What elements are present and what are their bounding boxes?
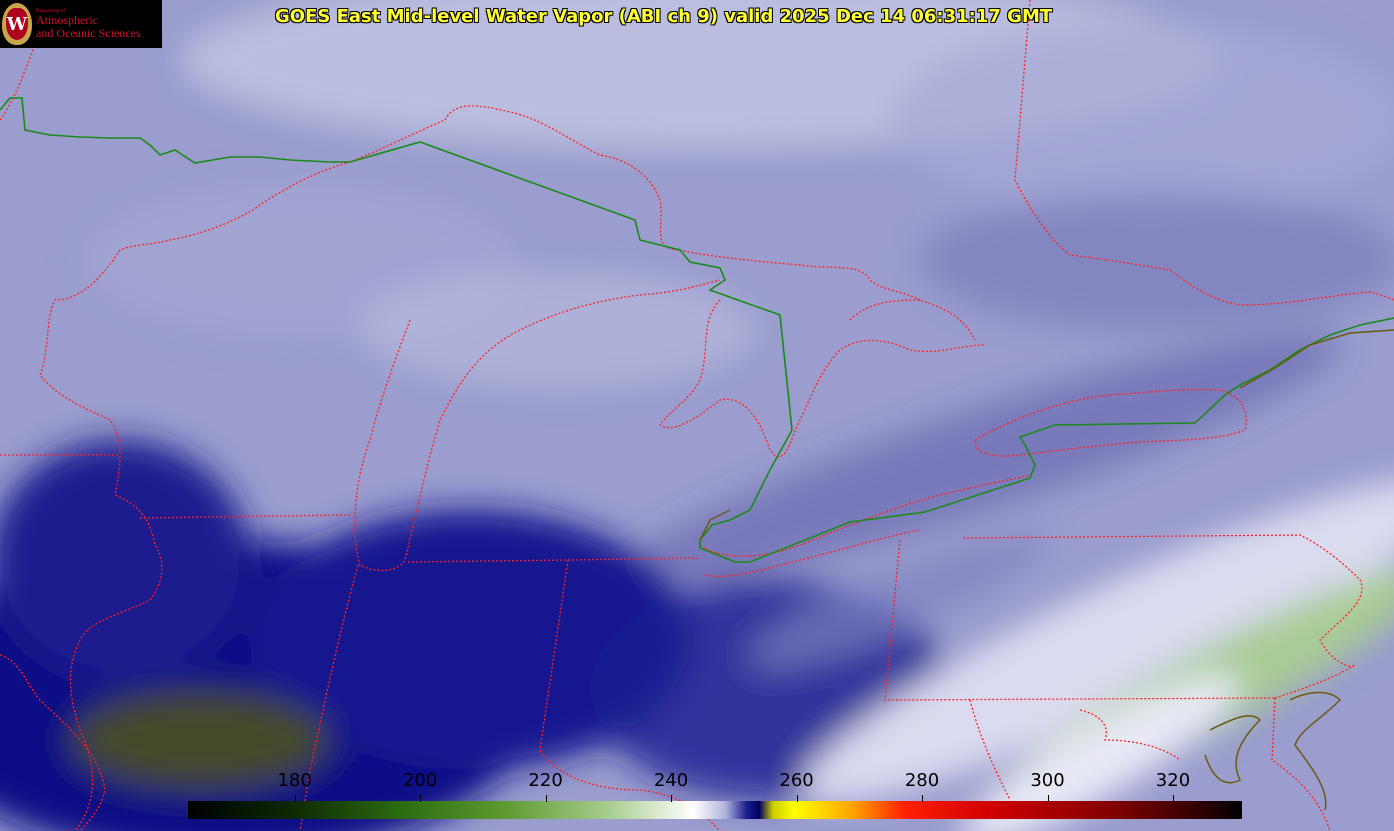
colorbar-tick-mark (420, 795, 422, 802)
colorbar-tick-mark (1047, 795, 1049, 802)
aos-logo[interactable]: W Department of Atmospheric and Oceanic … (0, 0, 162, 48)
colorbar-tick-label: 280 (904, 770, 940, 791)
uw-seal-icon: W (2, 3, 32, 45)
seal-letter: W (6, 8, 28, 40)
logo-text: Department of Atmospheric and Oceanic Sc… (36, 9, 141, 39)
colorbar-tick-label: 220 (528, 770, 563, 791)
colorbar-tick-mark (1172, 795, 1174, 802)
colorbar-tick-mark (922, 795, 924, 802)
colorbar-tick-label: 300 (1030, 770, 1065, 791)
colorbar-tick-label: 320 (1155, 770, 1191, 791)
water-vapor-map (0, 0, 1394, 831)
colorbar-tick-label: 180 (277, 770, 312, 791)
colorbar-tick-label: 240 (653, 770, 689, 791)
colorbar-tick-mark (545, 795, 547, 802)
image-title: GOES East Mid-level Water Vapor (ABI ch … (275, 6, 1053, 27)
colorbar-tick-mark (796, 795, 798, 802)
temperature-colorbar (188, 801, 1242, 819)
colorbar-tick-mark (671, 795, 673, 802)
colorbar-tick-label: 200 (402, 770, 438, 791)
colorbar-tick-mark (294, 795, 296, 802)
logo-line2: and Oceanic Sciences (36, 25, 141, 40)
logo-line1: Atmospheric (36, 13, 98, 28)
colorbar-tick-label: 260 (779, 770, 814, 791)
